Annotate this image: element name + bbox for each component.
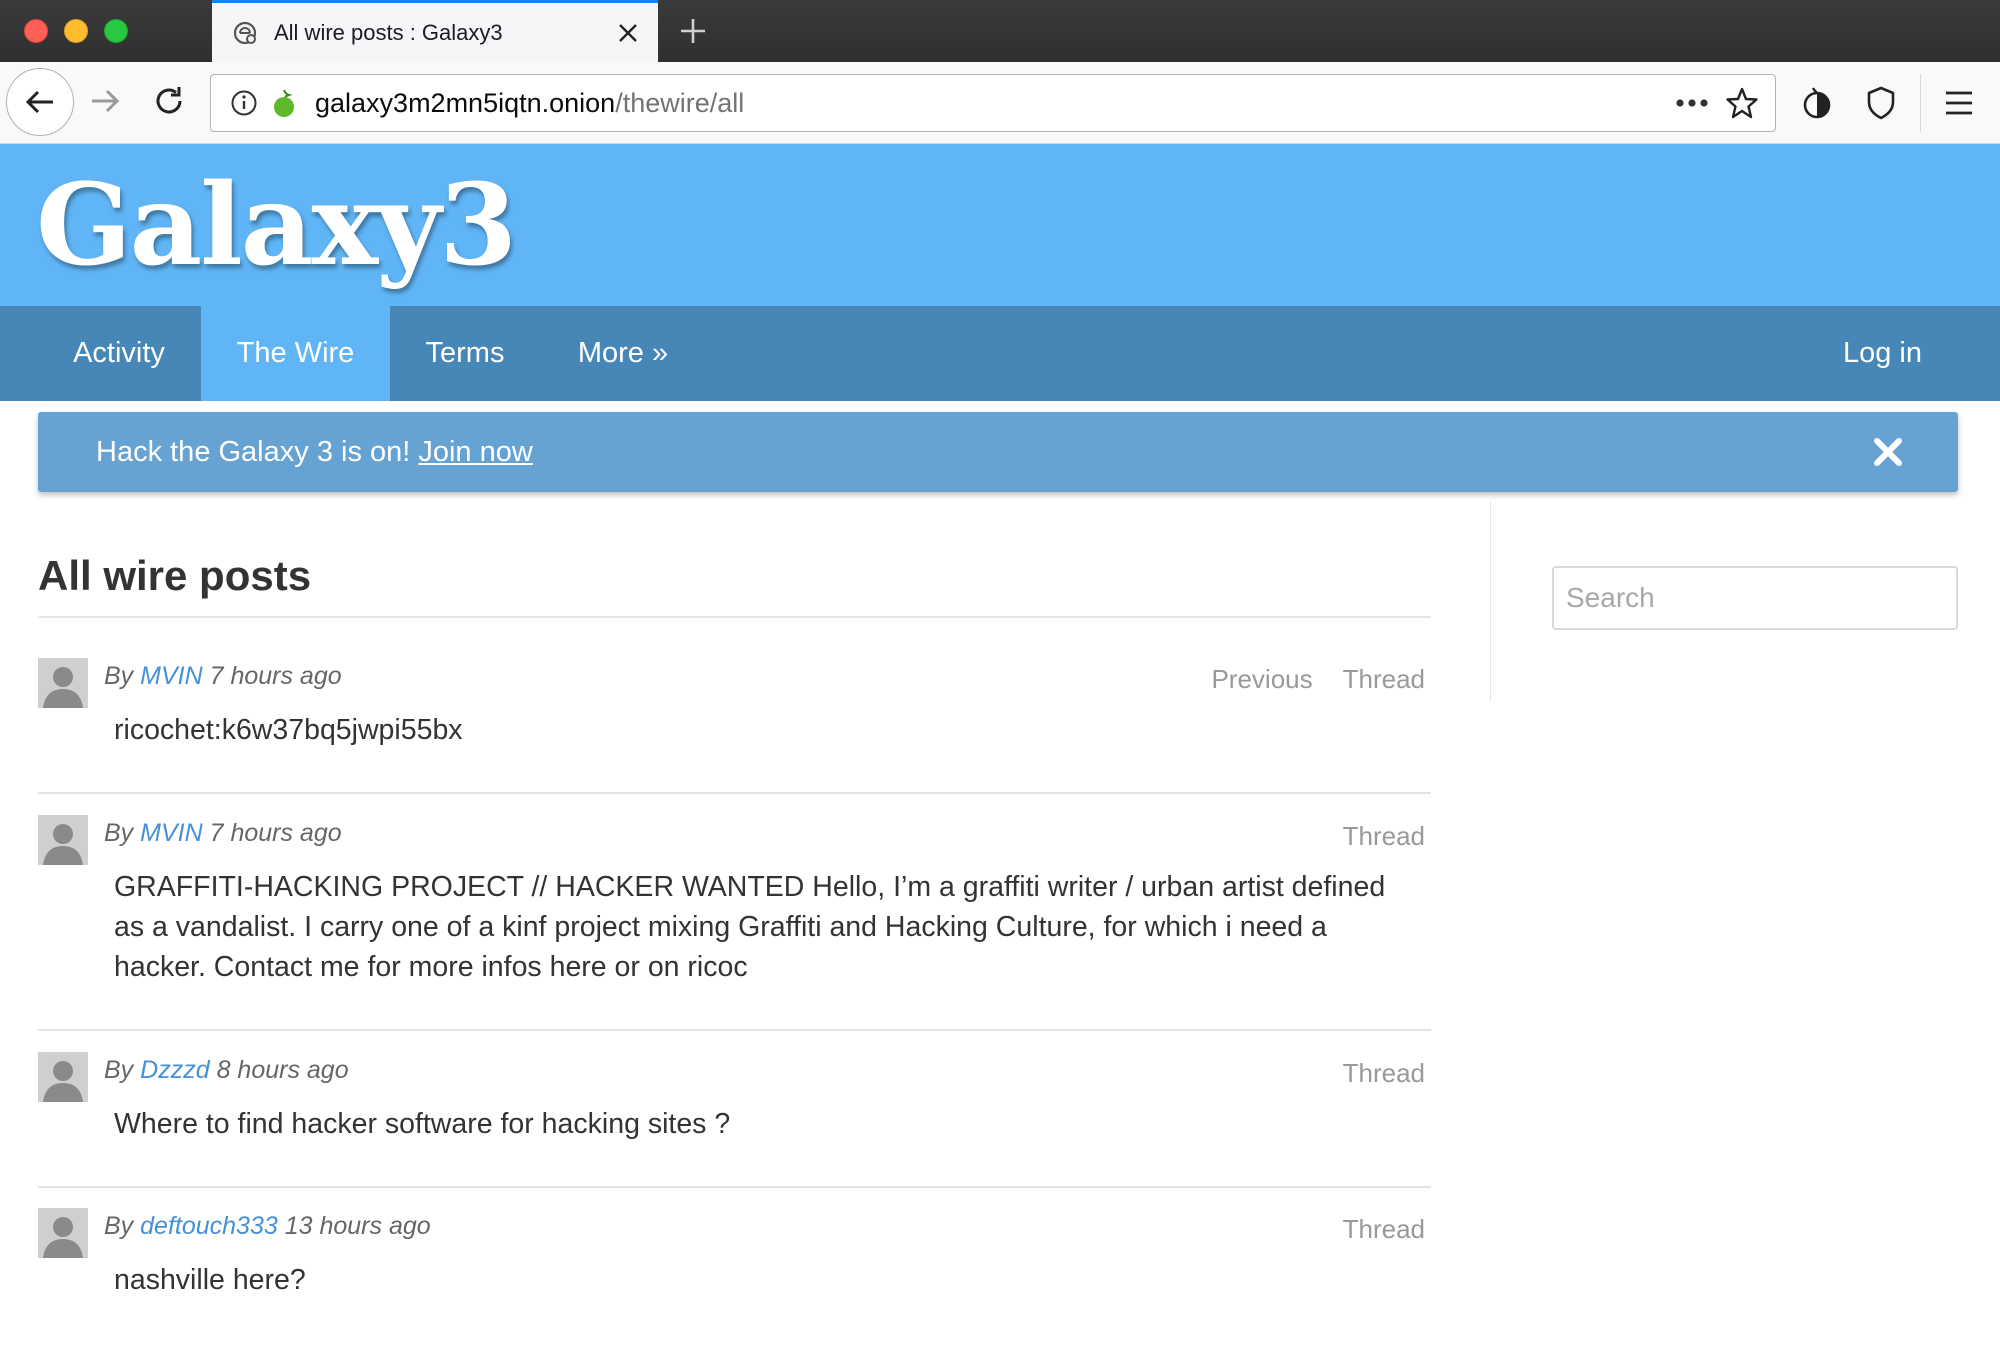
byline-by: By: [104, 1212, 134, 1240]
site-nav: Activity The Wire Terms More » Log in: [0, 306, 2000, 401]
page-title: All wire posts: [38, 552, 312, 599]
thread-link[interactable]: Thread: [1343, 664, 1425, 695]
post-time: 7 hours ago: [209, 819, 342, 847]
nav-item-terms[interactable]: Terms: [405, 306, 525, 401]
new-tab-plus-icon[interactable]: [672, 10, 714, 52]
window-close-button[interactable]: [24, 19, 48, 43]
byline-by: By: [104, 819, 134, 847]
browser-titlebar: All wire posts : Galaxy3: [0, 0, 2000, 62]
post-author-link[interactable]: MVIN: [140, 662, 203, 690]
post-divider: [38, 1186, 1431, 1188]
url-path: /thewire/all: [615, 87, 745, 118]
browser-tab-active[interactable]: All wire posts : Galaxy3: [212, 0, 658, 62]
info-icon[interactable]: [229, 88, 259, 118]
back-arrow-icon[interactable]: [6, 68, 74, 136]
sidebar-divider: [1490, 502, 1491, 702]
post-body: Where to find hacker software for hackin…: [114, 1108, 731, 1140]
thread-link[interactable]: Thread: [1343, 1058, 1425, 1089]
thread-link[interactable]: Thread: [1343, 1214, 1425, 1245]
tor-circuit-icon[interactable]: [1792, 78, 1842, 128]
wire-post: By MVIN 7 hours ago Previous Thread rico…: [38, 658, 1431, 794]
user-avatar[interactable]: [38, 1208, 88, 1258]
tab-title: All wire posts : Galaxy3: [274, 19, 503, 45]
previous-link[interactable]: Previous: [1211, 664, 1312, 695]
site-logo[interactable]: Galaxy3: [36, 160, 517, 291]
wire-post: By deftouch333 13 hours ago Thread nashv…: [38, 1208, 1431, 1328]
wire-post: By Dzzzd 8 hours ago Thread Where to fin…: [38, 1052, 1431, 1188]
page-actions-ellipsis-icon[interactable]: [1667, 83, 1717, 123]
site-header: Galaxy3: [0, 144, 2000, 306]
user-avatar[interactable]: [38, 815, 88, 865]
toolbar-separator: [1920, 74, 1921, 132]
nav-item-login[interactable]: Log in: [1820, 306, 1945, 401]
address-bar[interactable]: galaxy3m2mn5iqtn.onion/thewire/all: [210, 74, 1776, 132]
hamburger-menu-icon[interactable]: [1934, 78, 1984, 128]
wire-post: By MVIN 7 hours ago Thread GRAFFITI-HACK…: [38, 815, 1431, 1031]
announcement-banner: Hack the Galaxy 3 is on! Join now: [38, 412, 1958, 492]
post-byline: By MVIN 7 hours ago: [104, 819, 342, 848]
post-time: 8 hours ago: [216, 1056, 349, 1084]
post-time: 7 hours ago: [209, 662, 342, 690]
browser-toolbar: galaxy3m2mn5iqtn.onion/thewire/all: [0, 62, 2000, 144]
post-divider: [38, 1029, 1431, 1031]
post-byline: By Dzzzd 8 hours ago: [104, 1056, 349, 1085]
post-body: GRAFFITI-HACKING PROJECT // HACKER WANTE…: [114, 871, 1386, 983]
url-text: galaxy3m2mn5iqtn.onion/thewire/all: [315, 88, 1667, 119]
banner-text: Hack the Galaxy 3 is on!: [96, 435, 411, 468]
forward-arrow-icon[interactable]: [82, 78, 128, 124]
banner-join-link[interactable]: Join now: [418, 436, 532, 469]
post-author-link[interactable]: MVIN: [140, 819, 203, 847]
search-input[interactable]: [1552, 566, 1958, 630]
post-actions: Thread: [1343, 1214, 1425, 1245]
post-divider: [38, 792, 1431, 794]
post-byline: By deftouch333 13 hours ago: [104, 1212, 431, 1241]
nav-item-activity[interactable]: Activity: [38, 306, 200, 401]
user-avatar[interactable]: [38, 658, 88, 708]
window-zoom-button[interactable]: [104, 19, 128, 43]
post-author-link[interactable]: Dzzzd: [140, 1056, 209, 1084]
post-body: ricochet:k6w37bq5jwpi55bx: [114, 714, 463, 746]
nav-item-the-wire[interactable]: The Wire: [201, 306, 390, 401]
byline-by: By: [104, 1056, 134, 1084]
thread-link[interactable]: Thread: [1343, 821, 1425, 852]
post-body: nashville here?: [114, 1264, 306, 1296]
bookmark-star-icon[interactable]: [1717, 83, 1767, 123]
site-favicon-icon: [230, 18, 260, 48]
window-minimize-button[interactable]: [64, 19, 88, 43]
post-byline: By MVIN 7 hours ago: [104, 662, 342, 691]
post-actions: Thread: [1343, 1058, 1425, 1089]
byline-by: By: [104, 662, 134, 690]
post-actions: Previous Thread: [1211, 664, 1425, 695]
nav-item-more[interactable]: More »: [558, 306, 688, 401]
user-avatar[interactable]: [38, 1052, 88, 1102]
post-time: 13 hours ago: [284, 1212, 431, 1240]
banner-close-icon[interactable]: [1870, 434, 1906, 470]
post-author-link[interactable]: deftouch333: [140, 1212, 278, 1240]
tab-close-icon[interactable]: [608, 13, 648, 53]
shield-icon[interactable]: [1856, 78, 1906, 128]
reload-icon[interactable]: [146, 78, 192, 124]
url-host: galaxy3m2mn5iqtn.onion: [315, 87, 616, 118]
post-actions: Thread: [1343, 821, 1425, 852]
title-divider: [38, 616, 1431, 618]
onion-icon: [269, 88, 299, 118]
